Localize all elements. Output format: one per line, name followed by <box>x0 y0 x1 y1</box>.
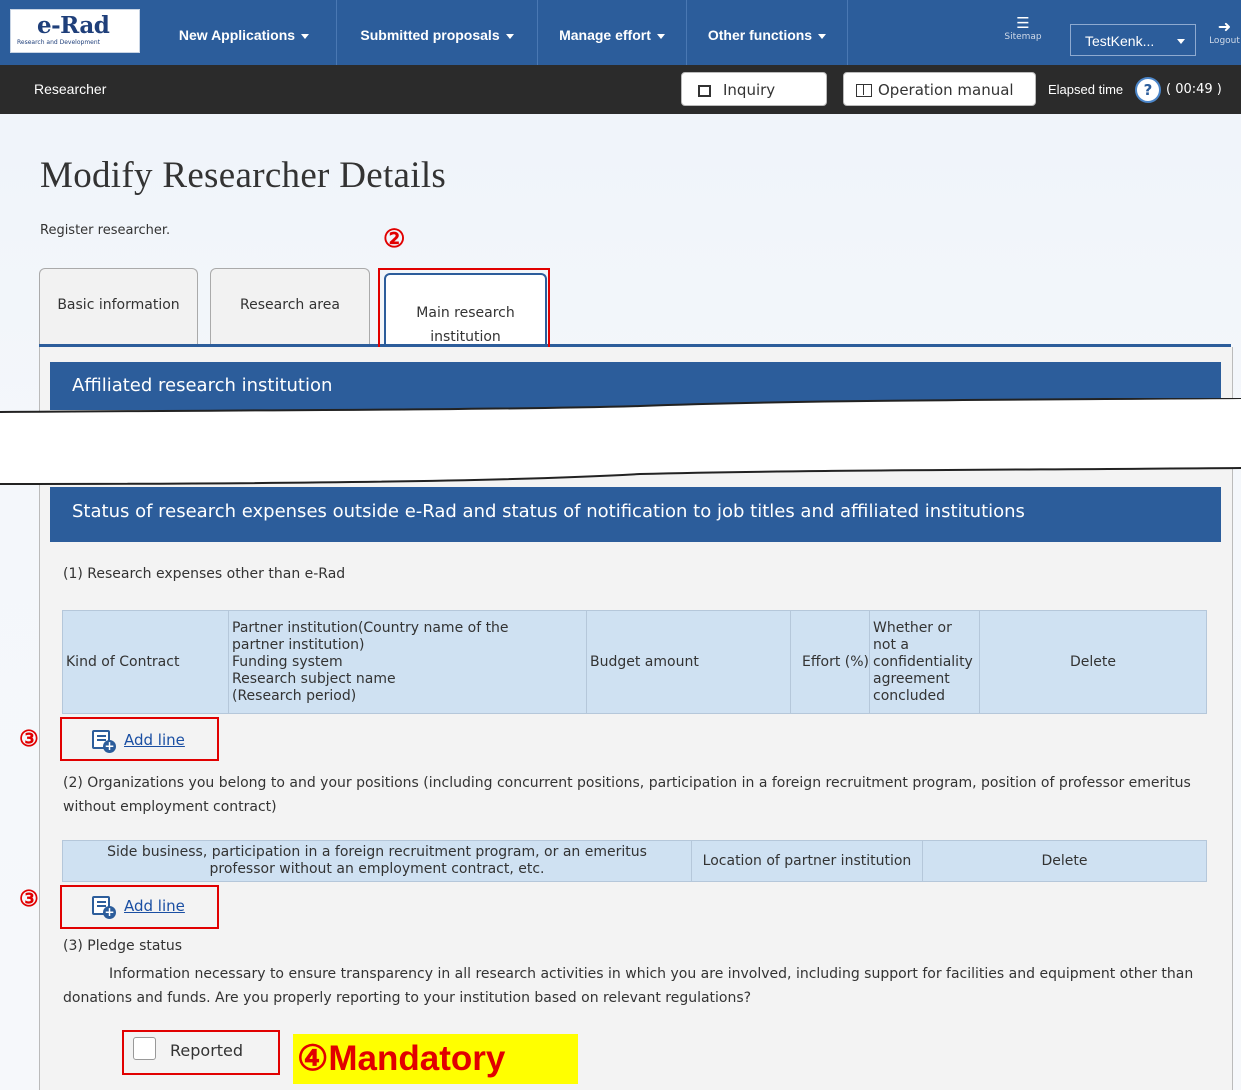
inquiry-icon <box>698 85 711 97</box>
tab-research-area[interactable]: Research area <box>210 268 370 345</box>
menu-new-applications[interactable]: New Applications <box>152 0 337 65</box>
column-header-confidentiality: Whether or not a confidentiality agreeme… <box>869 610 980 714</box>
column-header-text: Side business, participation in a foreig… <box>107 844 647 877</box>
logo-subtitle: Research and Development <box>17 39 101 46</box>
user-select-value: TestKenk... <box>1085 33 1155 49</box>
inquiry-label: Inquiry <box>723 81 776 99</box>
organizations-table: Side business, participation in a foreig… <box>62 840 1207 882</box>
page-title: Modify Researcher Details <box>40 155 447 196</box>
menu-submitted-proposals[interactable]: Submitted proposals <box>337 0 538 65</box>
logo-text: e-Rad <box>37 12 110 39</box>
tab-basic-information[interactable]: Basic information <box>39 268 198 345</box>
table-header-row: Side business, participation in a foreig… <box>62 840 1207 882</box>
role-bar: Researcher Inquiry Operation manual Elap… <box>0 65 1241 114</box>
annotation-step-3: ③ <box>19 726 39 751</box>
expenses-table: Kind of Contract Partner institution(Cou… <box>62 610 1207 714</box>
logout-button[interactable]: ➜ Logout <box>1208 17 1241 47</box>
elapsed-time-label: Elapsed time <box>1048 82 1124 97</box>
user-select[interactable]: TestKenk... <box>1070 24 1196 56</box>
expenses-title: (1) Research expenses other than e-Rad <box>63 566 346 582</box>
reported-checkbox-label[interactable]: Reported <box>170 1041 243 1060</box>
menu-label: Other functions <box>707 27 813 43</box>
organizations-title: (2) Organizations you belong to and your… <box>63 775 1191 815</box>
inquiry-button[interactable]: Inquiry <box>681 72 827 106</box>
column-header-line: Partner institution(Country name of the … <box>232 619 509 653</box>
add-row-icon: + <box>92 896 116 919</box>
help-icon[interactable]: ? <box>1135 77 1161 103</box>
pledge-description: Information necessary to ensure transpar… <box>63 966 1194 1006</box>
operation-manual-button[interactable]: Operation manual <box>843 72 1036 106</box>
chevron-down-icon <box>1177 39 1185 44</box>
add-line-label: Add line <box>124 897 185 915</box>
section-header-status: Status of research expenses outside e-Ra… <box>50 487 1221 542</box>
sitemap-icon: ☰ <box>1016 14 1030 32</box>
column-header-kind-of-contract: Kind of Contract <box>62 610 229 714</box>
add-line-button-expenses[interactable]: + Add line <box>92 727 185 753</box>
e-rad-logo[interactable]: e-Rad Research and Development <box>10 9 140 53</box>
column-header-budget-amount: Budget amount <box>586 610 791 714</box>
reported-checkbox[interactable] <box>133 1037 156 1060</box>
menu-other-functions[interactable]: Other functions <box>687 0 848 65</box>
elapsed-time-value: ( 00:49 ) <box>1166 82 1222 97</box>
add-line-label: Add line <box>124 731 185 749</box>
top-navigation-bar: e-Rad Research and Development New Appli… <box>0 0 1241 65</box>
sitemap-button[interactable]: ☰ Sitemap <box>1003 14 1043 54</box>
annotation-step-3: ③ <box>19 886 39 911</box>
menu-label: New Applications <box>178 27 296 43</box>
sitemap-label: Sitemap <box>1004 32 1042 42</box>
table-header-row: Kind of Contract Partner institution(Cou… <box>62 610 1207 714</box>
logout-icon: ➜ <box>1217 17 1232 36</box>
book-icon <box>856 84 872 97</box>
add-line-button-organizations[interactable]: + Add line <box>92 893 185 919</box>
column-header-line: Funding system <box>232 653 343 670</box>
column-header-delete: Delete <box>979 610 1207 714</box>
column-header-delete: Delete <box>922 840 1207 882</box>
menu-label: Submitted proposals <box>360 27 500 43</box>
role-label: Researcher <box>34 81 107 97</box>
column-header-side-business: Side business, participation in a foreig… <box>62 840 692 882</box>
logout-label: Logout <box>1209 36 1240 46</box>
operation-manual-label: Operation manual <box>878 81 1014 99</box>
column-header-line: (Research period) <box>232 687 357 704</box>
column-header-effort: Effort (%) <box>790 610 870 714</box>
column-header-partner-institution: Partner institution(Country name of the … <box>228 610 587 714</box>
menu-manage-effort[interactable]: Manage effort <box>538 0 687 65</box>
chevron-down-icon <box>301 33 310 39</box>
column-header-location: Location of partner institution <box>691 840 923 882</box>
page-description: Register researcher. <box>40 223 171 238</box>
chevron-down-icon <box>505 33 514 39</box>
pledge-title: (3) Pledge status <box>63 938 183 954</box>
omission-break <box>0 398 1241 485</box>
add-row-icon: + <box>92 730 116 753</box>
chevron-down-icon <box>656 33 665 39</box>
column-header-line: Research subject name <box>232 670 396 687</box>
annotation-step-2: ② <box>383 225 406 253</box>
menu-label: Manage effort <box>559 27 651 43</box>
mandatory-annotation: ④Mandatory <box>293 1034 578 1084</box>
chevron-down-icon <box>818 33 827 39</box>
